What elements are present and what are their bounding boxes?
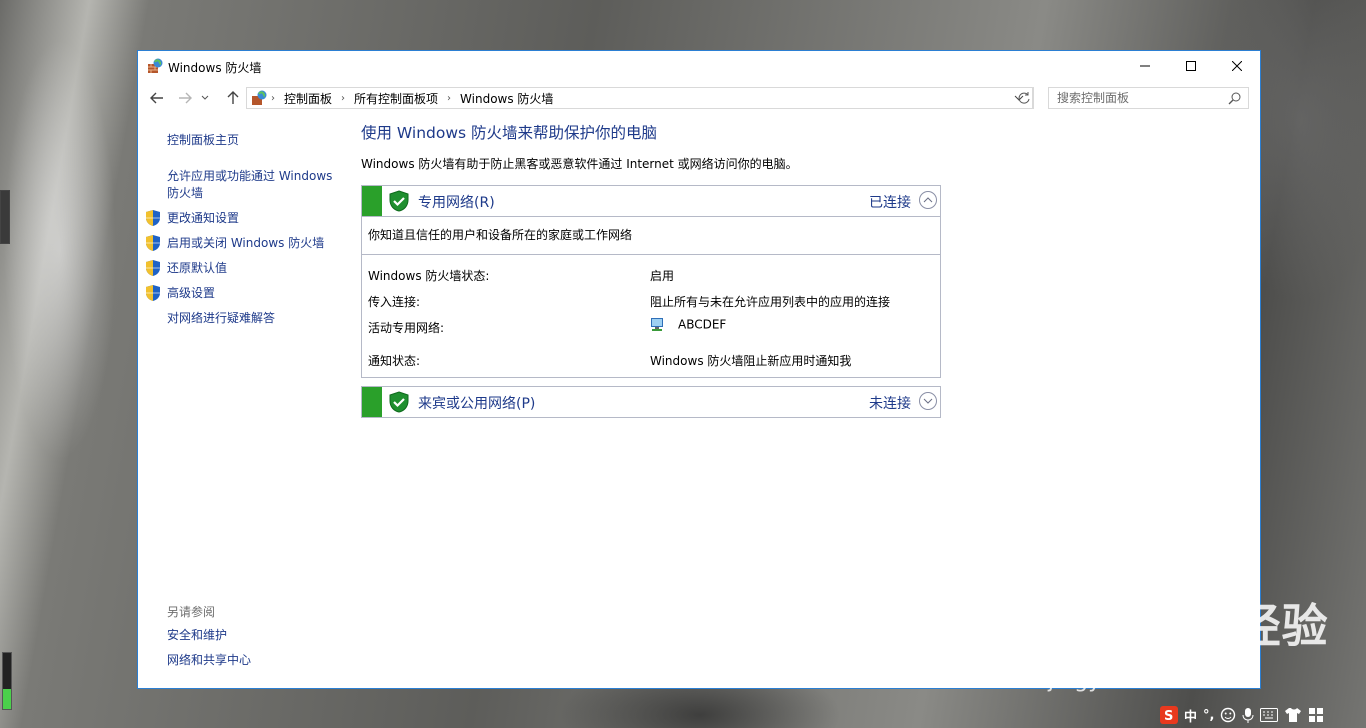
search-icon[interactable] xyxy=(1228,91,1242,105)
forward-button[interactable] xyxy=(176,89,194,107)
recent-locations-button[interactable] xyxy=(200,89,210,107)
title-bar: Windows 防火墙 xyxy=(138,51,1260,81)
back-button[interactable] xyxy=(148,89,166,107)
chevron-up-icon xyxy=(923,197,933,203)
status-bar-green xyxy=(362,186,382,216)
chevron-down-icon xyxy=(201,95,209,100)
private-network-panel: 专用网络(R) 已连接 你知道且信任的用户和设备所在的家庭或工作网络 Windo… xyxy=(361,185,941,378)
detail-value-network: ABCDEF xyxy=(650,317,726,333)
private-network-details: Windows 防火墙状态: 启用 传入连接: 阻止所有与未在允许应用列表中的应… xyxy=(362,254,940,377)
breadcrumb-separator-icon: › xyxy=(341,92,346,104)
shield-check-icon xyxy=(389,391,409,413)
close-icon xyxy=(1232,61,1242,71)
uac-shield-icon xyxy=(146,260,160,276)
volume-meter xyxy=(2,652,12,710)
toolbox-grid-icon[interactable] xyxy=(1308,707,1324,723)
microphone-icon[interactable] xyxy=(1242,707,1254,723)
watermark-url: jingyan.baidu.com xyxy=(1048,668,1252,693)
control-panel-icon xyxy=(252,90,267,105)
skin-shirt-icon[interactable] xyxy=(1284,707,1302,723)
private-network-name: 专用网络(R) xyxy=(418,195,495,211)
breadcrumb-all-items[interactable]: 所有控制面板项 xyxy=(349,90,443,107)
expand-button[interactable] xyxy=(919,392,937,410)
breadcrumb-firewall[interactable]: Windows 防火墙 xyxy=(455,90,558,107)
see-also-header: 另请参阅 xyxy=(167,605,216,619)
watermark-logo: Bai du 经验 xyxy=(1048,599,1329,653)
breadcrumb-control-panel[interactable]: 控制面板 xyxy=(279,90,337,107)
detail-label: 活动专用网络: xyxy=(368,321,445,335)
see-also-network-sharing[interactable]: 网络和共享中心 xyxy=(167,652,251,669)
volume-level xyxy=(3,689,11,709)
search-box[interactable] xyxy=(1048,87,1249,109)
detail-label: Windows 防火墙状态: xyxy=(368,269,490,283)
sidebar-item-troubleshoot[interactable]: 对网络进行疑难解答 xyxy=(167,310,275,327)
minimize-icon xyxy=(1140,65,1150,67)
address-bar[interactable]: › 控制面板 › 所有控制面板项 › Windows 防火墙 xyxy=(246,87,1033,109)
refresh-icon xyxy=(1018,92,1029,104)
firewall-app-icon xyxy=(148,58,163,73)
detail-label: 传入连接: xyxy=(368,295,421,309)
search-input[interactable] xyxy=(1049,88,1235,108)
sidebar-item-notifications[interactable]: 更改通知设置 xyxy=(167,210,239,227)
uac-shield-icon xyxy=(146,285,160,301)
sidebar-item-allow-apps[interactable]: 允许应用或功能通过 Windows 防火墙 xyxy=(167,168,342,202)
public-network-panel: 来宾或公用网络(P) 未连接 xyxy=(361,386,941,418)
sidebar-home-link[interactable]: 控制面板主页 xyxy=(167,132,239,149)
detail-label: 通知状态: xyxy=(368,354,421,368)
close-button[interactable] xyxy=(1214,51,1260,81)
ime-toolbar: S 中 °, xyxy=(1160,704,1360,726)
up-button[interactable] xyxy=(224,89,242,107)
navigation-bar: › 控制面板 › 所有控制面板项 › Windows 防火墙 xyxy=(138,83,1260,113)
active-network-name: ABCDEF xyxy=(678,317,727,332)
status-bar-green xyxy=(362,387,382,417)
page-title: 使用 Windows 防火墙来帮助保护你的电脑 xyxy=(361,124,658,142)
private-network-header[interactable]: 专用网络(R) 已连接 xyxy=(362,186,940,216)
punctuation-indicator[interactable]: °, xyxy=(1203,708,1214,723)
minimize-button[interactable] xyxy=(1122,51,1168,81)
maximize-button[interactable] xyxy=(1168,51,1214,81)
sidebar-item-toggle-firewall[interactable]: 启用或关闭 Windows 防火墙 xyxy=(167,235,324,252)
uac-shield-icon xyxy=(146,210,160,226)
sidebar-item-advanced-settings[interactable]: 高级设置 xyxy=(167,285,215,302)
sidebar-item-restore-defaults[interactable]: 还原默认值 xyxy=(167,260,227,277)
forward-arrow-icon xyxy=(179,92,192,104)
baidu-watermark: Bai du 经验 jingyan.baidu.com xyxy=(1048,590,1329,693)
public-network-name: 来宾或公用网络(P) xyxy=(418,396,536,412)
sogou-logo-icon[interactable]: S xyxy=(1160,706,1178,724)
emoji-icon[interactable] xyxy=(1220,707,1236,723)
detail-value: Windows 防火墙阻止新应用时通知我 xyxy=(650,354,852,368)
desktop-gadget xyxy=(0,190,10,244)
private-network-status: 已连接 xyxy=(869,195,911,211)
shield-check-icon xyxy=(389,190,409,212)
breadcrumb-separator-icon: › xyxy=(271,92,275,104)
breadcrumb-separator-icon: › xyxy=(447,92,452,104)
svg-text:S: S xyxy=(1164,709,1173,724)
maximize-icon xyxy=(1186,61,1196,71)
ime-mode-indicator[interactable]: 中 xyxy=(1184,706,1197,725)
up-arrow-icon xyxy=(227,91,239,104)
detail-value: 启用 xyxy=(650,269,675,283)
see-also-security-maintenance[interactable]: 安全和维护 xyxy=(167,627,227,644)
chevron-down-icon xyxy=(923,398,933,404)
private-network-subtitle: 你知道且信任的用户和设备所在的家庭或工作网络 xyxy=(362,216,940,254)
public-network-header[interactable]: 来宾或公用网络(P) 未连接 xyxy=(362,387,940,417)
detail-value: 阻止所有与未在允许应用列表中的应用的连接 xyxy=(650,295,891,309)
network-icon xyxy=(651,318,663,331)
refresh-button[interactable] xyxy=(1014,87,1034,109)
public-network-status: 未连接 xyxy=(869,396,911,412)
page-description: Windows 防火墙有助于防止黑客或恶意软件通过 Internet 或网络访问… xyxy=(361,157,798,171)
window-title: Windows 防火墙 xyxy=(168,61,262,75)
back-arrow-icon xyxy=(150,92,163,104)
collapse-button[interactable] xyxy=(919,191,937,209)
keyboard-icon[interactable] xyxy=(1260,708,1279,722)
uac-shield-icon xyxy=(146,235,160,251)
